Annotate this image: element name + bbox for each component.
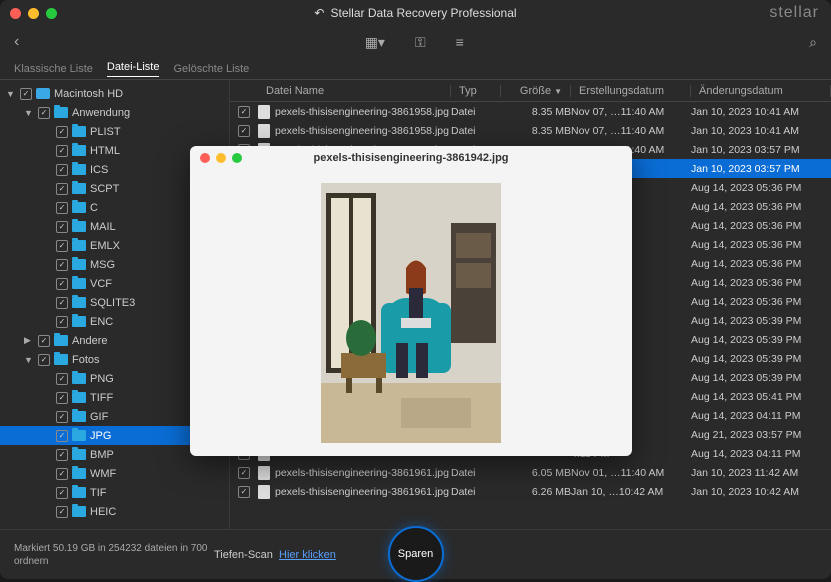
col-name[interactable]: Datei Name [258,85,451,97]
undo-icon: ↶ [314,6,324,20]
table-header: Datei Name Typ Größe▼ Erstellungsdatum Ä… [230,80,831,102]
tree-item[interactable]: ✓WMF [0,464,229,483]
preview-image [190,170,632,456]
tree-item[interactable]: ✓TIF [0,483,229,502]
tree-item[interactable]: ▼✓Macintosh HD [0,84,229,103]
table-row[interactable]: ✓pexels-thisisengineering-3861958.jpgDat… [230,102,831,121]
table-row[interactable]: ✓pexels-thisisengineering-3861958.jpgDat… [230,121,831,140]
sort-desc-icon: ▼ [554,87,562,96]
minimize-icon[interactable] [28,8,39,19]
traffic-lights [10,8,57,19]
grid-view-icon[interactable]: ▦▾ [365,34,385,51]
save-button[interactable]: Sparen [388,526,444,582]
tree-item[interactable]: ✓HEIC [0,502,229,521]
brand-logo: stellar [769,4,819,22]
tab-1[interactable]: Datei-Liste [107,61,160,77]
close-icon[interactable] [10,8,21,19]
tree-item[interactable]: ▼✓Anwendung [0,103,229,122]
deep-scan: Tiefen-Scan Hier klicken [214,549,336,561]
col-modified[interactable]: Änderungsdatum [691,85,831,97]
equalizer-icon[interactable]: ≡ [456,34,464,51]
titlebar: ↶Stellar Data Recovery Professional stel… [0,0,831,26]
back-button[interactable]: ‹ [14,33,19,51]
tab-2[interactable]: Gelöschte Liste [173,63,249,75]
col-size[interactable]: Größe▼ [501,85,571,97]
col-created[interactable]: Erstellungsdatum [571,85,691,97]
footer: Markiert 50.19 GB in 254232 dateien in 7… [0,529,831,579]
minimize-icon[interactable] [216,153,226,163]
preview-titlebar: pexels-thisisengineering-3861942.jpg [190,146,632,170]
maximize-icon[interactable] [232,153,242,163]
toolbar: ‹ ▦▾ ⚿ ≡ ⌕ [0,26,831,58]
table-row[interactable]: ✓pexels-thisisengineering-3861961.jpgDat… [230,463,831,482]
col-type[interactable]: Typ [451,85,501,97]
preview-title: pexels-thisisengineering-3861942.jpg [313,152,508,164]
tab-0[interactable]: Klassische Liste [14,63,93,75]
tree-item[interactable]: ✓PLIST [0,122,229,141]
table-row[interactable]: ✓pexels-thisisengineering-3861961.jpgDat… [230,482,831,501]
search-icon[interactable]: ⌕ [809,34,817,51]
view-tabs: Klassische Liste Datei-Liste Gelöschte Lis… [0,58,831,80]
maximize-icon[interactable] [46,8,57,19]
close-icon[interactable] [200,153,210,163]
app-title: ↶Stellar Data Recovery Professional [314,6,516,20]
deep-scan-link[interactable]: Hier klicken [279,549,336,561]
status-text: Markiert 50.19 GB in 254232 dateien in 7… [14,542,214,568]
key-icon[interactable]: ⚿ [415,34,426,51]
preview-window[interactable]: pexels-thisisengineering-3861942.jpg [190,146,632,456]
